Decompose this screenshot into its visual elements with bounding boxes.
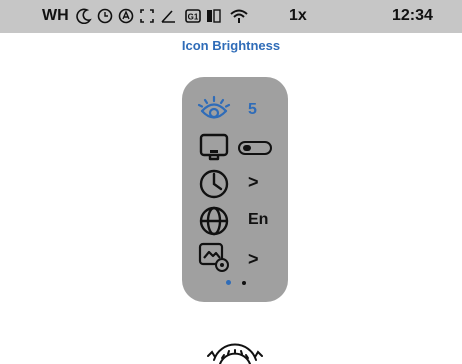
auto-icon: [118, 8, 134, 24]
globe-icon: [199, 206, 229, 236]
clock-time: 12:34: [392, 7, 433, 24]
status-bar: WH G1 1x 12:34: [0, 0, 462, 33]
settings-image-icon: [198, 242, 229, 272]
timer-icon: [97, 8, 113, 24]
menu-item-settings[interactable]: >: [182, 240, 288, 278]
quick-menu-panel: 5 > En >: [182, 77, 288, 302]
monitor-icon: [199, 133, 229, 161]
display-toggle[interactable]: [238, 141, 272, 155]
brightness-value: 5: [248, 101, 257, 118]
mode-label: WH: [42, 7, 69, 24]
page-dot-active: [226, 280, 231, 285]
page-indicator: [182, 277, 288, 287]
battery-icon: [207, 9, 221, 23]
wifi-icon: [230, 9, 248, 23]
night-mode-icon: [76, 8, 92, 24]
chevron-right-icon: >: [248, 172, 259, 192]
menu-item-display[interactable]: [182, 130, 288, 168]
page-dot: [242, 281, 246, 285]
eye-brightness-icon: [197, 95, 231, 119]
page-title: Icon Brightness: [181, 38, 281, 53]
rotary-dial-icon: [207, 343, 263, 364]
chevron-right-icon: >: [248, 249, 259, 269]
g1-icon: G1: [185, 9, 201, 23]
menu-item-brightness[interactable]: 5: [182, 93, 288, 131]
toggle-knob: [243, 145, 251, 151]
clock-icon: [199, 169, 229, 199]
focus-frame-icon: [140, 9, 154, 23]
menu-item-clock[interactable]: >: [182, 166, 288, 204]
language-value: En: [248, 211, 269, 228]
menu-item-language[interactable]: En: [182, 203, 288, 241]
zoom-level: 1x: [289, 7, 307, 24]
svg-text:G1: G1: [188, 13, 199, 22]
angle-icon: [161, 10, 175, 23]
